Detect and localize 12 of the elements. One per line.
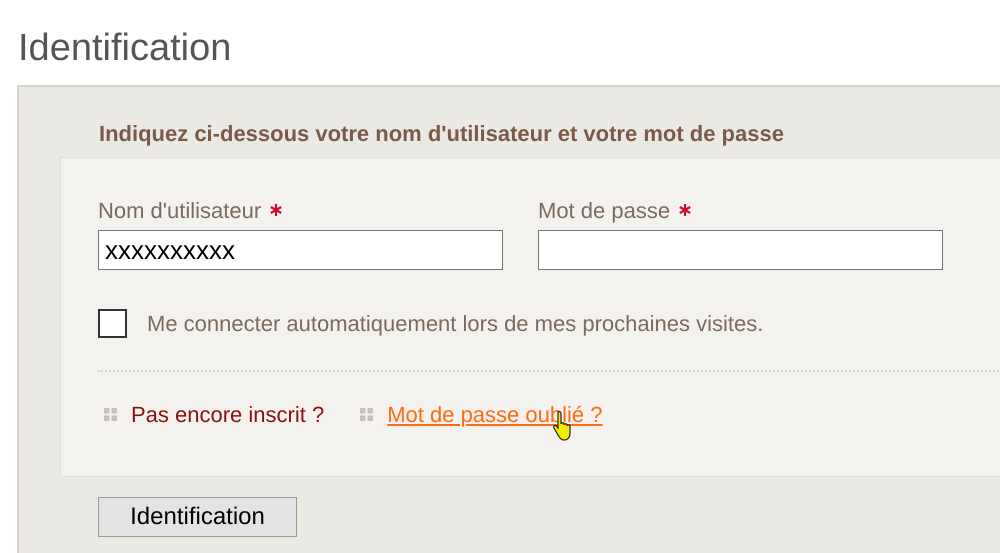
checkbox-label[interactable]: Me connecter automatiquement lors de mes prochaines visites. — [147, 306, 764, 340]
bullet-icon — [360, 408, 374, 421]
page-title: Identification — [18, 26, 232, 71]
checkbox[interactable] — [98, 308, 127, 338]
input-field[interactable]: xxxxxxxxxx — [98, 230, 503, 270]
bullet-icon — [104, 408, 117, 421]
register-link[interactable]: Pas encore inscrit ? — [131, 398, 324, 431]
instructions-text: Indiquez ci-dessous votre nom d'utilisateur et votre mot de passe — [99, 120, 785, 148]
login-button[interactable]: Identification — [98, 497, 297, 537]
field-label: Nom d'utilisateur — [98, 196, 262, 224]
field-label: Mot de passe — [538, 196, 670, 225]
input-field[interactable] — [538, 230, 943, 270]
